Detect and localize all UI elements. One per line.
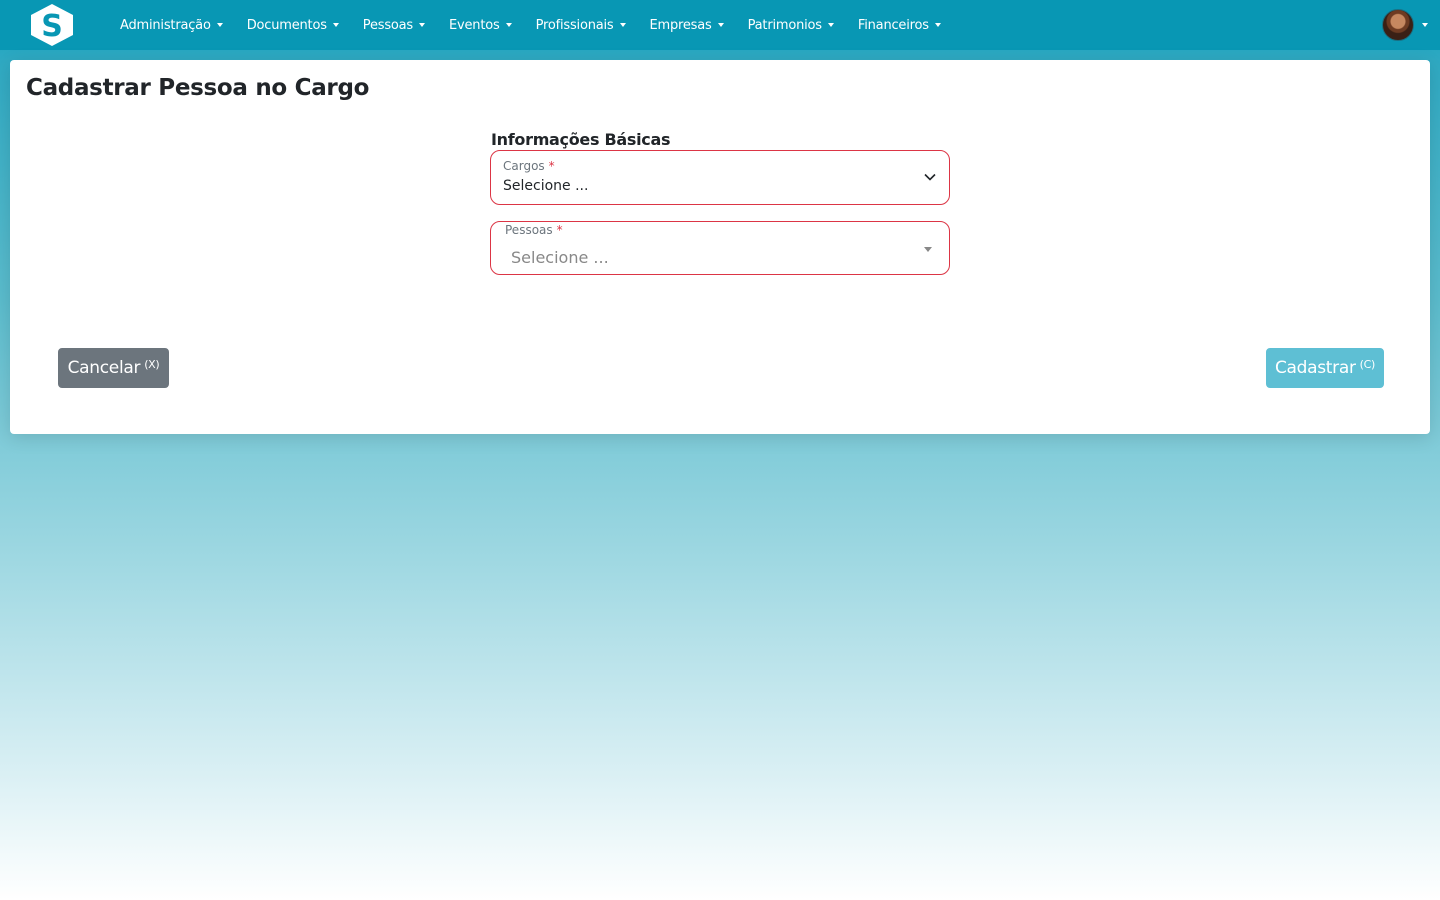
nav-item-label: Eventos [449, 17, 500, 33]
nav-item-patrimonios[interactable]: Patrimonios [748, 18, 834, 33]
nav-item-empresas[interactable]: Empresas [650, 18, 724, 33]
nav-item-administracao[interactable]: Administração [120, 18, 223, 33]
app-logo-icon[interactable]: S [29, 3, 75, 47]
caret-down-icon [332, 23, 339, 27]
caret-down-icon [717, 23, 724, 27]
dropdown-arrow-icon [924, 247, 932, 252]
pessoas-label: Pessoas * [505, 223, 563, 237]
nav-item-label: Patrimonios [747, 17, 822, 33]
cargos-select[interactable]: Cargos * Selecione ... [490, 150, 950, 205]
basic-info-form: Informações Básicas Cargos * Selecione ..… [490, 130, 950, 275]
section-title: Informações Básicas [491, 130, 671, 149]
pessoas-select[interactable]: Pessoas * Selecione ... [490, 221, 950, 275]
main-nav: Administração Documentos Pessoas Eventos… [120, 0, 965, 50]
cancel-button[interactable]: Cancelar (X) [58, 348, 169, 388]
nav-item-pessoas[interactable]: Pessoas [363, 18, 425, 33]
caret-down-icon [419, 23, 425, 27]
pessoas-placeholder: Selecione ... [511, 248, 609, 267]
caret-down-icon [827, 23, 834, 27]
avatar[interactable] [1382, 9, 1414, 41]
nav-item-label: Pessoas [362, 17, 413, 33]
pessoas-label-text: Pessoas [505, 223, 553, 237]
nav-item-label: Financeiros [857, 17, 929, 33]
svg-text:S: S [41, 9, 63, 44]
nav-item-financeiros[interactable]: Financeiros [858, 18, 941, 33]
caret-down-icon [1422, 23, 1428, 27]
top-navbar: S Administração Documentos Pessoas Event… [0, 0, 1440, 50]
cargos-label-text: Cargos [503, 159, 545, 173]
caret-down-icon [505, 23, 512, 27]
cargos-value: Selecione ... [503, 178, 589, 194]
nav-item-profissionais[interactable]: Profissionais [536, 18, 626, 33]
nav-item-eventos[interactable]: Eventos [449, 18, 512, 33]
nav-item-documentos[interactable]: Documentos [247, 18, 339, 33]
chevron-down-icon [924, 173, 936, 181]
submit-shortcut: (C) [1359, 357, 1376, 371]
cancel-label: Cancelar [67, 358, 141, 378]
nav-item-label: Documentos [246, 17, 327, 33]
form-card: Cadastrar Pessoa no Cargo Informações Bá… [10, 60, 1430, 434]
required-mark: * [556, 223, 563, 237]
required-mark: * [548, 159, 555, 173]
cancel-shortcut: (X) [144, 357, 160, 371]
submit-button[interactable]: Cadastrar (C) [1266, 348, 1384, 388]
nav-item-label: Profissionais [535, 17, 614, 33]
caret-down-icon [934, 23, 941, 27]
cargos-label: Cargos * [503, 159, 555, 173]
nav-item-label: Administração [120, 17, 211, 33]
user-menu[interactable] [1382, 9, 1428, 41]
nav-item-label: Empresas [649, 17, 712, 33]
caret-down-icon [619, 23, 626, 27]
page-title: Cadastrar Pessoa no Cargo [26, 75, 370, 101]
submit-label: Cadastrar [1274, 358, 1356, 378]
caret-down-icon [216, 23, 223, 27]
